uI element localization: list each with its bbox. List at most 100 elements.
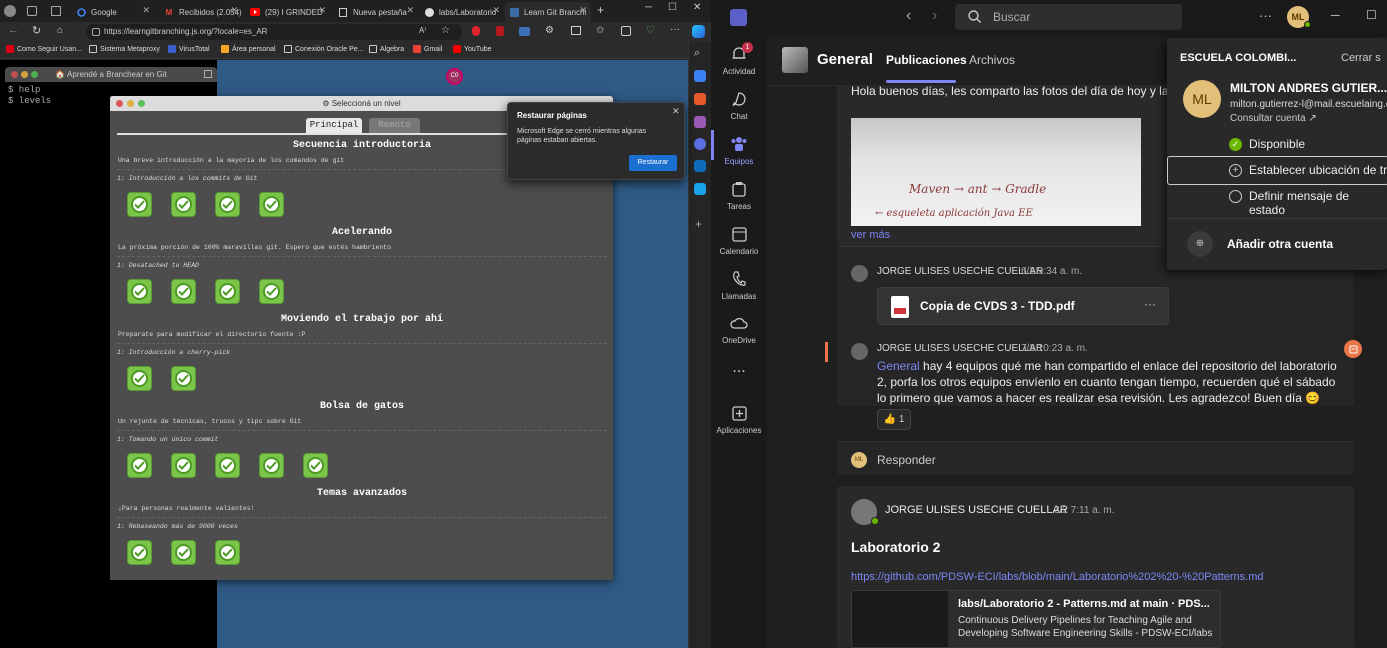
browser-essentials-icon[interactable]: ♡ [646, 25, 655, 36]
close-icon[interactable]: ✕ [492, 5, 500, 16]
office-icon[interactable] [694, 138, 706, 150]
close-icon[interactable]: ✕ [672, 106, 680, 117]
collections-icon[interactable] [621, 26, 631, 36]
shopping-icon[interactable] [694, 70, 706, 82]
channel-mention[interactable]: General [877, 359, 920, 373]
level-button[interactable] [171, 366, 196, 391]
close-icon[interactable]: ✕ [579, 5, 587, 16]
split-screen-icon[interactable] [571, 26, 581, 35]
games-icon[interactable] [694, 116, 706, 128]
profile-icon[interactable] [4, 5, 16, 17]
link-preview[interactable]: labs/Laboratorio 2 - Patterns.md at main… [851, 590, 1221, 648]
terminal-close-dot[interactable] [11, 71, 18, 78]
bookmark-item[interactable]: Conexión Oracle Pe... [284, 45, 363, 53]
bookmark-item[interactable]: VirusTotal [168, 45, 210, 53]
forward-icon[interactable]: › [932, 7, 937, 25]
level-button[interactable] [127, 279, 152, 304]
tab-learngit[interactable]: Learn Git Branchi ✕ [505, 2, 591, 22]
outlook-icon[interactable] [694, 160, 706, 172]
status-available[interactable]: Disponible [1249, 137, 1305, 151]
view-account-link[interactable]: Consultar cuenta ↗ [1230, 113, 1317, 124]
tab-github[interactable]: labs/Laboratorio ✕ [420, 2, 504, 22]
home-icon[interactable]: ⌂ [57, 25, 63, 36]
close-icon[interactable]: ✕ [230, 5, 238, 16]
minimize-button[interactable]: ─ [1331, 8, 1340, 22]
terminal-toggle-icon[interactable] [204, 70, 212, 78]
level-button[interactable] [171, 453, 196, 478]
reply-box[interactable]: ML Responder [837, 441, 1354, 475]
level-button[interactable] [215, 192, 240, 217]
bookmark-item[interactable]: Sistema Metaproxy [89, 45, 160, 53]
tab-gmail[interactable]: M Recibidos (2.054) ✕ [160, 2, 242, 22]
see-more-link[interactable]: ver más [851, 229, 890, 241]
refresh-icon[interactable]: ↻ [32, 24, 41, 37]
maximize-button[interactable]: ☐ [1366, 8, 1377, 22]
status-message-item[interactable]: Definir mensaje de estado [1249, 189, 1387, 217]
extensions-icon[interactable]: ⚙ [545, 25, 554, 36]
level-button[interactable] [171, 540, 196, 565]
search-icon[interactable]: ⌕ [694, 47, 700, 60]
dialog-min-dot[interactable] [127, 100, 134, 107]
favorites-icon[interactable]: ✩ [596, 25, 604, 36]
more-menu-icon[interactable]: ··· [670, 24, 680, 35]
close-window-button[interactable]: ✕ [693, 2, 701, 13]
whiteboard-image[interactable]: Maven → ant → Gradle ← esqueleta aplicac… [851, 118, 1141, 226]
rail-item-tareas[interactable]: Tareas [711, 179, 767, 211]
dialog-close-dot[interactable] [116, 100, 123, 107]
add-account-item[interactable]: Añadir otra cuenta [1227, 237, 1333, 251]
rail-item-equipos[interactable]: Equipos [711, 130, 767, 166]
level-button[interactable] [127, 540, 152, 565]
tab-principal[interactable]: Principal [306, 118, 362, 133]
bookmark-item[interactable]: Gmail [413, 45, 442, 53]
tab-publicaciones[interactable]: Publicaciones [886, 53, 967, 67]
set-location-item[interactable]: + Establecer ubicación de trab [1167, 156, 1387, 185]
close-icon[interactable]: ✕ [318, 5, 326, 16]
more-options-icon[interactable]: ··· [1259, 8, 1272, 23]
terminal-max-dot[interactable] [31, 71, 38, 78]
signout-link[interactable]: Cerrar s [1341, 52, 1381, 64]
level-button[interactable] [259, 453, 284, 478]
opera-icon[interactable] [472, 26, 480, 36]
bookmark-item[interactable]: Algebra [369, 45, 404, 53]
rail-item-more[interactable]: ... [711, 360, 767, 376]
new-tab-button[interactable]: + [597, 3, 604, 17]
level-button[interactable] [215, 453, 240, 478]
level-button[interactable] [215, 540, 240, 565]
rail-item-onedrive[interactable]: OneDrive [711, 313, 767, 345]
close-icon[interactable]: ✕ [406, 5, 414, 16]
bookmark-item[interactable]: YouTube [453, 45, 492, 53]
level-button[interactable] [259, 192, 284, 217]
bookmark-item[interactable]: Área personal [221, 45, 276, 53]
screenshot-extension-icon[interactable] [519, 27, 530, 36]
extension-icon[interactable] [496, 26, 504, 36]
url-field[interactable]: https://learngitbranching.js.org/?locale… [86, 24, 462, 40]
tab-google[interactable]: Google ✕ [72, 2, 154, 22]
level-button[interactable] [127, 366, 152, 391]
search-input[interactable]: Buscar [955, 4, 1182, 30]
workspaces-icon[interactable] [27, 6, 37, 16]
level-button[interactable] [127, 453, 152, 478]
bookmark-item[interactable]: Como Seguir Usan... [6, 45, 82, 53]
tab-archivos[interactable]: Archivos [969, 53, 1015, 67]
tab-actions-icon[interactable] [51, 6, 61, 16]
rail-item-llamadas[interactable]: Llamadas [711, 269, 767, 301]
back-icon[interactable]: ← [8, 24, 19, 36]
level-button[interactable] [171, 279, 196, 304]
back-icon[interactable]: ‹ [906, 7, 911, 25]
tools-icon[interactable] [694, 93, 706, 105]
post-link[interactable]: https://github.com/PDSW-ECI/labs/blob/ma… [851, 571, 1264, 583]
level-button[interactable] [171, 192, 196, 217]
tab-newtab[interactable]: Nueva pestaña ✕ [334, 2, 418, 22]
add-sidebar-icon[interactable]: + [695, 217, 702, 231]
notes-icon[interactable] [1344, 340, 1362, 358]
close-icon[interactable]: ✕ [142, 5, 150, 16]
read-aloud-icon[interactable]: A⁾ [419, 26, 426, 35]
dialog-max-dot[interactable] [138, 100, 145, 107]
level-button[interactable] [127, 192, 152, 217]
rail-item-calendario[interactable]: Calendario [711, 224, 767, 256]
rail-item-chat[interactable]: Chat [711, 89, 767, 121]
rail-item-actividad[interactable]: 1 Actividad [711, 42, 767, 76]
minimize-button[interactable]: ─ [645, 2, 652, 13]
file-attachment[interactable]: Copia de CVDS 3 - TDD.pdf ··· [877, 287, 1169, 325]
favorite-star-icon[interactable]: ☆ [441, 25, 450, 36]
